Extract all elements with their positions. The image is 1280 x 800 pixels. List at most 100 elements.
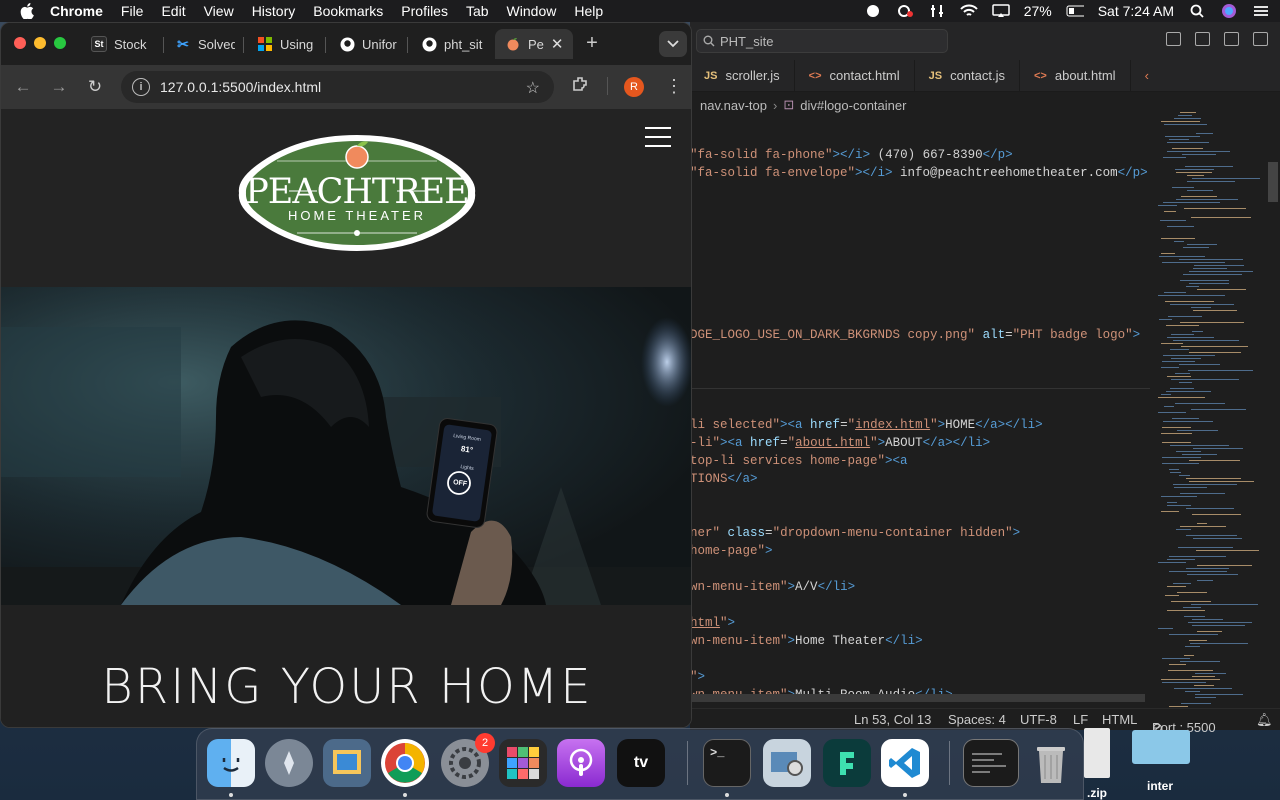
menu-view[interactable]: View xyxy=(204,3,234,19)
browser-tab[interactable]: St Stock xyxy=(91,29,157,59)
address-bar[interactable]: i 127.0.0.1:5500/index.html ☆ xyxy=(121,71,554,103)
toggle-primary-sidebar-icon[interactable] xyxy=(1166,32,1181,46)
trash-icon[interactable] xyxy=(1027,739,1075,787)
screen-mirroring-icon[interactable] xyxy=(991,3,1010,19)
filmora-icon[interactable] xyxy=(823,739,871,787)
extensions-puzzle-icon[interactable] xyxy=(571,75,589,98)
sketchbook-icon[interactable] xyxy=(499,739,547,787)
editor-tab[interactable]: <> contact.html xyxy=(795,59,915,92)
customize-layout-icon[interactable] xyxy=(1253,32,1268,46)
minimap-line xyxy=(1191,217,1251,218)
menu-clock[interactable]: Sat 7:24 AM xyxy=(1098,3,1174,19)
eol-setting[interactable]: LF xyxy=(1073,712,1088,727)
close-window-button[interactable] xyxy=(14,37,26,49)
close-tab-icon[interactable]: ✕ xyxy=(551,35,564,53)
menu-file[interactable]: File xyxy=(121,3,144,19)
minimap-line xyxy=(1191,604,1258,605)
minimap-line xyxy=(1197,523,1207,524)
finder-icon[interactable] xyxy=(207,739,255,787)
menu-history[interactable]: History xyxy=(252,3,296,19)
browser-tab[interactable]: Using xyxy=(257,29,317,59)
back-arrow-icon[interactable]: ← xyxy=(13,77,33,97)
apple-tv-icon[interactable]: tv xyxy=(617,739,665,787)
vertical-scrollbar[interactable] xyxy=(1268,162,1278,202)
terminal-icon[interactable]: >_ xyxy=(703,739,751,787)
toggle-panel-icon[interactable] xyxy=(1195,32,1210,46)
spotlight-search-icon[interactable] xyxy=(1188,3,1206,19)
forward-arrow-icon[interactable]: → xyxy=(49,77,69,97)
breadcrumb-item[interactable]: nav.nav-top xyxy=(700,98,767,113)
image-capture-icon[interactable] xyxy=(763,739,811,787)
minimize-window-button[interactable] xyxy=(34,37,46,49)
profile-avatar[interactable]: R xyxy=(624,77,644,97)
browser-tab[interactable]: pht_sit xyxy=(421,29,485,59)
minimap-line xyxy=(1168,670,1213,671)
wifi-icon[interactable] xyxy=(959,3,978,19)
sync-icon[interactable] xyxy=(896,3,914,19)
running-indicator xyxy=(403,793,407,797)
menu-app-name[interactable]: Chrome xyxy=(50,3,103,19)
bookmark-star-icon[interactable]: ☆ xyxy=(526,78,540,98)
chevron-right-icon: › xyxy=(772,97,778,113)
editor-tab[interactable]: JS contact.js xyxy=(915,59,1020,92)
tab-overflow-chevron-icon[interactable]: ‹ xyxy=(1131,60,1163,92)
apple-logo-icon[interactable] xyxy=(20,3,36,19)
menu-window[interactable]: Window xyxy=(507,3,557,19)
site-info-icon[interactable]: i xyxy=(132,78,150,96)
cursor-position[interactable]: Ln 53, Col 13 xyxy=(854,712,931,727)
menu-profiles[interactable]: Profiles xyxy=(401,3,448,19)
command-center-text: PHT_site xyxy=(720,33,774,49)
podcasts-icon[interactable] xyxy=(557,739,605,787)
editor-tab[interactable]: <> about.html xyxy=(1020,59,1131,92)
launchpad-icon[interactable] xyxy=(265,739,313,787)
horizontal-scrollbar[interactable] xyxy=(690,694,1145,702)
siri-icon[interactable] xyxy=(1220,3,1238,19)
terminal-window-thumbnail-icon[interactable] xyxy=(963,739,1019,787)
minimap-line xyxy=(1161,343,1183,344)
preview-icon[interactable] xyxy=(323,739,371,787)
zoom-window-button[interactable] xyxy=(54,37,66,49)
menu-tab[interactable]: Tab xyxy=(466,3,489,19)
tab-search-chevron-icon[interactable] xyxy=(659,31,687,57)
code-editor[interactable]: "fa-solid fa-phone"></i> (470) 667-8390<… xyxy=(690,118,1150,708)
notifications-bell-icon[interactable]: 🔔︎ xyxy=(1256,712,1273,728)
new-tab-plus-icon[interactable]: + xyxy=(581,31,603,55)
peach-favicon-icon xyxy=(505,36,521,52)
github-favicon-icon xyxy=(421,36,437,52)
minimap-line xyxy=(1163,355,1215,356)
browser-tab[interactable]: Unifor xyxy=(339,29,399,59)
browser-tab-active[interactable]: Pe ✕ xyxy=(495,29,573,59)
minimap-line xyxy=(1191,307,1211,308)
creative-cloud-icon[interactable] xyxy=(864,3,882,19)
minimap-line xyxy=(1192,619,1223,620)
menu-help[interactable]: Help xyxy=(574,3,603,19)
minimap-line xyxy=(1162,361,1195,362)
notification-badge: 2 xyxy=(475,733,495,753)
menu-edit[interactable]: Edit xyxy=(161,3,185,19)
system-settings-icon[interactable]: 2 xyxy=(441,733,495,787)
editor-tab[interactable]: JS scroller.js xyxy=(690,59,795,92)
minimap-line xyxy=(1189,460,1240,461)
control-center-icon[interactable] xyxy=(1252,3,1270,19)
vscode-icon[interactable] xyxy=(881,739,929,787)
more-menu-icon[interactable]: ⋮ xyxy=(665,77,683,95)
encoding-setting[interactable]: UTF-8 xyxy=(1020,712,1057,727)
browser-tab[interactable]: ✂ Solved xyxy=(175,29,235,59)
folder-icon[interactable] xyxy=(1132,730,1190,764)
minimap-line xyxy=(1193,538,1242,539)
breadcrumb-item[interactable]: div#logo-container xyxy=(800,98,906,113)
toggle-secondary-sidebar-icon[interactable] xyxy=(1224,32,1239,46)
battery-icon[interactable] xyxy=(1066,3,1084,19)
menu-bookmarks[interactable]: Bookmarks xyxy=(313,3,383,19)
language-mode[interactable]: HTML xyxy=(1102,712,1137,727)
tools-icon[interactable] xyxy=(928,3,946,19)
minimap-line xyxy=(1184,616,1205,617)
indentation-setting[interactable]: Spaces: 4 xyxy=(948,712,1006,727)
command-center-search[interactable]: PHT_site xyxy=(696,29,948,53)
reload-icon[interactable]: ↻ xyxy=(85,77,105,97)
chrome-icon[interactable] xyxy=(381,739,429,787)
hamburger-menu-icon[interactable] xyxy=(645,127,671,147)
minimap[interactable] xyxy=(1158,112,1266,712)
zip-file-icon[interactable] xyxy=(1084,728,1110,778)
minimap-line xyxy=(1187,181,1235,182)
